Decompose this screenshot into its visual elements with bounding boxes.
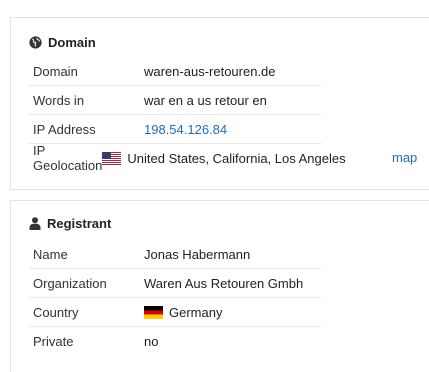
private-row: Private no — [29, 326, 321, 355]
organization-value: Waren Aus Retouren Gmbh — [144, 275, 304, 291]
registrant-info-table: Name Jonas Habermann Organization Waren … — [29, 240, 321, 355]
globe-icon — [29, 36, 42, 49]
germany-flag-icon — [144, 305, 163, 319]
user-icon — [29, 217, 41, 230]
registrant-section-title: Registrant — [47, 216, 112, 231]
country-label: Country — [33, 304, 79, 320]
domain-card-title: Domain — [29, 35, 96, 50]
organization-row: Organization Waren Aus Retouren Gmbh — [29, 268, 321, 297]
map-link[interactable]: map — [392, 150, 417, 165]
domain-label: Domain — [33, 63, 78, 79]
registrant-card: Registrant Name Jonas Habermann Organiza… — [10, 200, 429, 372]
domain-value: waren-aus-retouren.de — [144, 63, 276, 79]
registrant-card-title: Registrant — [29, 216, 111, 231]
words-in-row: Words in war en a us retour en — [29, 85, 321, 114]
domain-card: Domain Domain waren-aus-retouren.de Word… — [10, 17, 429, 190]
private-label: Private — [33, 333, 74, 349]
domain-row: Domain waren-aus-retouren.de — [29, 57, 321, 85]
country-row: Country Germany — [29, 297, 321, 326]
words-in-label: Words in — [33, 92, 85, 108]
organization-label: Organization — [33, 275, 107, 291]
ip-address-label: IP Address — [33, 121, 96, 137]
domain-info-table: Domain waren-aus-retouren.de Words in wa… — [29, 57, 417, 173]
name-value: Jonas Habermann — [144, 246, 251, 262]
ip-geolocation-value: United States, California, Los Angeles — [127, 150, 346, 166]
ip-address-row: IP Address 198.54.126.84 — [29, 114, 321, 143]
domain-section-title: Domain — [48, 35, 96, 50]
ip-geolocation-row: IP Geolocation United States, California… — [29, 143, 417, 173]
name-label: Name — [33, 246, 68, 262]
us-flag-icon — [102, 151, 122, 165]
words-in-value: war en a us retour en — [144, 92, 267, 108]
name-row: Name Jonas Habermann — [29, 240, 321, 268]
country-value: Germany — [169, 304, 223, 320]
private-value: no — [144, 333, 159, 349]
ip-geolocation-label: IP Geolocation — [33, 143, 103, 173]
ip-address-link[interactable]: 198.54.126.84 — [144, 122, 227, 137]
